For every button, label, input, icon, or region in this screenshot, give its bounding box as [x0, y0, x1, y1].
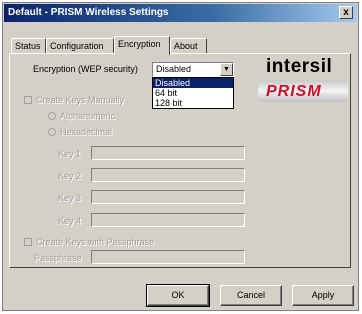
create-keys-manually-checkbox[interactable]: [24, 96, 32, 104]
cancel-button[interactable]: Cancel: [220, 285, 282, 306]
option-disabled[interactable]: Disabled: [153, 78, 233, 88]
ok-button[interactable]: OK: [146, 284, 210, 307]
close-icon: x: [343, 7, 349, 18]
key3-field[interactable]: [91, 190, 245, 204]
prism-logo: PRISM: [266, 83, 322, 100]
alphanumeric-label: Alphanumeric: [60, 111, 116, 121]
option-64-bit[interactable]: 64 bit: [153, 88, 233, 98]
key3-label: Key 3: [58, 193, 82, 203]
tab-status[interactable]: Status: [11, 38, 46, 54]
window-title: Default - PRISM Wireless Settings: [8, 7, 169, 18]
tab-encryption[interactable]: Encryption: [114, 36, 170, 55]
encryption-dropdown-list: Disabled 64 bit 128 bit: [152, 77, 234, 109]
tab-about[interactable]: About: [170, 38, 207, 54]
intersil-logo: intersil: [266, 56, 333, 77]
apply-button[interactable]: Apply: [292, 285, 354, 306]
tab-configuration[interactable]: Configuration: [46, 38, 114, 54]
encryption-select[interactable]: Disabled ▼: [152, 62, 234, 77]
key2-field[interactable]: [91, 168, 245, 182]
key4-label: Key 4: [58, 216, 82, 226]
chevron-down-icon[interactable]: ▼: [220, 63, 233, 76]
encryption-label: Encryption (WEP security): [33, 64, 138, 74]
hexadecimal-label: Hexadecimal: [60, 127, 113, 137]
hexadecimal-radio[interactable]: [48, 128, 56, 136]
encryption-selected-value: Disabled: [156, 64, 192, 74]
create-keys-manually-label: Create Keys Manually: [36, 95, 125, 105]
passphrase-field[interactable]: [91, 250, 245, 264]
key2-label: Key 2: [58, 171, 82, 181]
alphanumeric-radio[interactable]: [48, 112, 56, 120]
key1-field[interactable]: [91, 146, 245, 160]
passphrase-label: Passphrase: [34, 253, 82, 263]
create-keys-passphrase-checkbox[interactable]: [24, 238, 32, 246]
title-bar[interactable]: Default - PRISM Wireless Settings x: [4, 4, 357, 22]
key1-label: Key 1: [58, 149, 82, 159]
option-128-bit[interactable]: 128 bit: [153, 98, 233, 108]
close-button[interactable]: x: [339, 6, 353, 19]
key4-field[interactable]: [91, 213, 245, 227]
create-keys-passphrase-label: Create Keys with Passphrase: [36, 237, 155, 247]
